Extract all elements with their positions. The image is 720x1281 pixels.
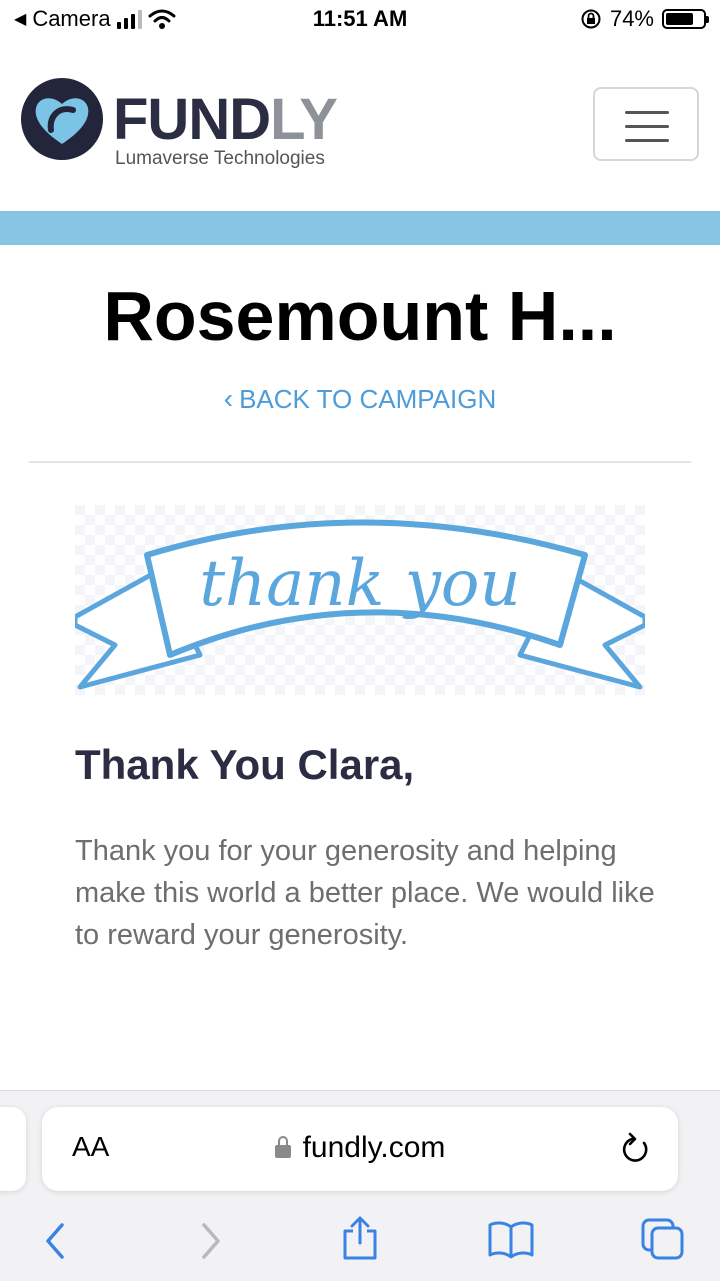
hamburger-icon <box>625 111 669 114</box>
back-to-campaign-link[interactable]: ‹ BACK TO CAMPAIGN <box>0 383 720 415</box>
bookmarks-icon[interactable] <box>487 1219 535 1259</box>
lock-icon <box>274 1136 291 1158</box>
brand-part-dark: FUND <box>113 87 271 152</box>
accent-band <box>0 211 720 245</box>
url-display[interactable]: fundly.com <box>42 1131 678 1165</box>
previous-tab-preview[interactable] <box>0 1107 26 1191</box>
campaign-title: Rosemount H... <box>103 277 617 355</box>
brand-tagline: Lumaverse Technologies <box>115 148 325 169</box>
thank-you-heading: Thank You Clara, <box>75 741 415 788</box>
fundly-logo-icon[interactable] <box>21 78 103 160</box>
hamburger-line <box>625 139 669 142</box>
divider <box>29 461 691 463</box>
thank-you-banner-image: thank you <box>75 505 645 695</box>
browser-toolbar <box>0 1211 720 1271</box>
back-icon[interactable] <box>40 1221 70 1261</box>
menu-button[interactable] <box>593 87 699 161</box>
battery-icon <box>662 9 709 29</box>
rotation-lock-icon <box>581 9 601 29</box>
chevron-left-icon: ‹ <box>223 383 234 414</box>
browser-bottom-bar: AA fundly.com <box>0 1090 720 1281</box>
url-text: fundly.com <box>302 1131 446 1164</box>
reload-icon[interactable] <box>620 1131 652 1165</box>
banner-text: thank you <box>199 547 520 621</box>
thank-you-message: Thank you for your generosity and helpin… <box>75 835 655 951</box>
share-icon[interactable] <box>340 1215 380 1261</box>
back-to-campaign-label: BACK TO CAMPAIGN <box>239 384 497 414</box>
brand-name[interactable]: FUNDLY <box>113 87 338 152</box>
site-header: FUNDLY Lumaverse Technologies <box>0 60 720 210</box>
brand-part-light: LY <box>270 87 338 152</box>
address-bar[interactable]: AA fundly.com <box>42 1107 678 1191</box>
hamburger-line <box>625 125 669 128</box>
status-bar: ◀ Camera 11:51 AM 74% <box>0 0 720 40</box>
tabs-icon[interactable] <box>640 1217 686 1261</box>
forward-icon[interactable] <box>196 1221 226 1261</box>
battery-percent: 74% <box>609 6 654 31</box>
